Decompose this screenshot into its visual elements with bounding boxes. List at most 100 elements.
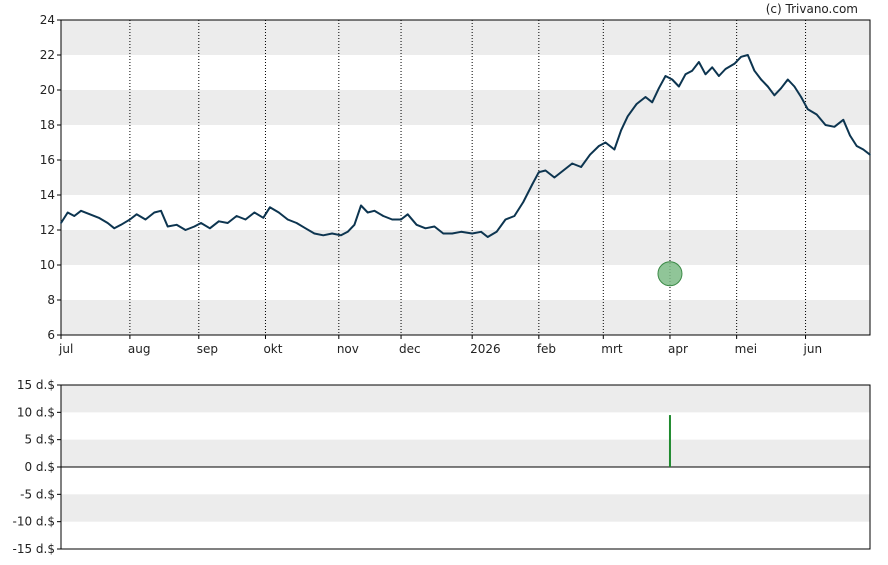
- y-tick-label: 15 d.$: [17, 378, 55, 392]
- price-point: [553, 176, 556, 179]
- price-point: [89, 213, 91, 216]
- price-point: [580, 166, 582, 168]
- grid-band: [61, 385, 870, 413]
- price-point: [360, 204, 362, 207]
- price-point: [604, 141, 607, 144]
- price-point: [544, 169, 547, 172]
- price-point: [711, 66, 714, 69]
- price-point: [113, 227, 116, 230]
- price-point: [184, 229, 187, 231]
- price-point: [460, 230, 462, 233]
- grid-band: [61, 439, 870, 467]
- y-tick-label: 24: [40, 13, 55, 27]
- price-point: [262, 216, 265, 219]
- price-point: [760, 78, 762, 81]
- price-point: [598, 145, 600, 147]
- source-credit: (c) Trivano.com: [766, 2, 858, 16]
- x-tick-label: nov: [337, 342, 359, 356]
- price-point: [166, 225, 169, 228]
- price-point: [664, 75, 667, 77]
- price-point: [793, 85, 796, 88]
- price-point: [97, 216, 100, 219]
- y-tick-label: -5 d.$: [20, 487, 55, 501]
- price-point: [406, 213, 409, 216]
- price-point: [340, 234, 342, 237]
- y-tick-label: 10: [40, 258, 55, 272]
- price-point: [373, 209, 376, 212]
- y-tick-label: 18: [40, 118, 55, 132]
- price-point: [733, 62, 736, 65]
- price-point: [244, 218, 247, 221]
- price-point: [73, 215, 76, 217]
- price-point: [153, 211, 156, 214]
- y-tick-label: 20: [40, 83, 55, 97]
- price-point: [415, 223, 418, 226]
- price-point: [353, 223, 356, 226]
- grid-band: [61, 20, 870, 55]
- price-point: [80, 209, 82, 212]
- x-tick-label: jun: [803, 342, 823, 356]
- price-point: [217, 220, 220, 223]
- price-point: [538, 171, 540, 174]
- x-tick-label: 2026: [470, 342, 501, 356]
- price-point: [635, 103, 638, 105]
- price-point: [724, 68, 727, 70]
- price-point: [531, 183, 533, 186]
- y-tick-label: -10 d.$: [13, 515, 55, 529]
- price-line: [60, 54, 871, 238]
- x-tick-label: mrt: [601, 342, 623, 356]
- price-point: [773, 94, 776, 97]
- y-tick-label: -15 d.$: [13, 542, 55, 556]
- y-tick-label: 6: [47, 328, 55, 342]
- price-point: [480, 230, 482, 233]
- price-point: [433, 225, 436, 228]
- price-point: [833, 125, 836, 128]
- price-point: [571, 162, 573, 165]
- price-point: [718, 75, 720, 77]
- y-tick-label: 12: [40, 223, 55, 237]
- price-point: [304, 227, 307, 230]
- price-point: [589, 153, 591, 156]
- price-point: [671, 78, 673, 81]
- grid-band: [61, 300, 870, 335]
- price-point: [651, 101, 653, 104]
- price-point: [522, 201, 525, 203]
- dividend-marker: [657, 261, 683, 287]
- price-point: [286, 218, 289, 221]
- x-tick-label: jul: [58, 342, 73, 356]
- price-point: [331, 232, 333, 235]
- price-point: [806, 108, 809, 111]
- price-point: [704, 73, 707, 76]
- price-point: [391, 218, 393, 221]
- dividend-chart: 15 d.$ 10 d.$ 5 d.$ 0 d.$ -5 d.$ -10 d.$ -15 d…: [13, 378, 871, 556]
- x-tick-label: sep: [197, 342, 218, 356]
- grid-band: [61, 160, 870, 195]
- price-point: [442, 232, 445, 235]
- price-point: [346, 230, 349, 233]
- price-point: [862, 148, 865, 151]
- x-tick-label: feb: [537, 342, 556, 356]
- grid-band: [61, 230, 870, 265]
- price-point: [644, 96, 647, 98]
- price-point: [366, 211, 369, 214]
- price-point: [740, 55, 742, 58]
- price-point: [106, 222, 109, 224]
- price-point: [200, 222, 202, 224]
- y-tick-label: 0 d.$: [24, 460, 55, 474]
- price-point: [322, 234, 325, 237]
- price-point: [253, 211, 256, 214]
- price-point: [613, 148, 616, 151]
- x-tick-label: okt: [263, 342, 282, 356]
- price-point: [504, 218, 507, 221]
- price-point: [691, 69, 693, 72]
- price-point: [235, 215, 238, 217]
- price-point: [295, 222, 298, 224]
- grid-band: [61, 494, 870, 522]
- price-point: [66, 211, 69, 214]
- price-point: [278, 211, 280, 214]
- price-point: [451, 232, 453, 235]
- price-point: [513, 215, 516, 217]
- stock-chart: (c) Trivano.com jul aug sep okt nov dec 2026 fe…: [13, 2, 871, 556]
- price-point: [400, 218, 402, 221]
- price-point: [869, 153, 871, 156]
